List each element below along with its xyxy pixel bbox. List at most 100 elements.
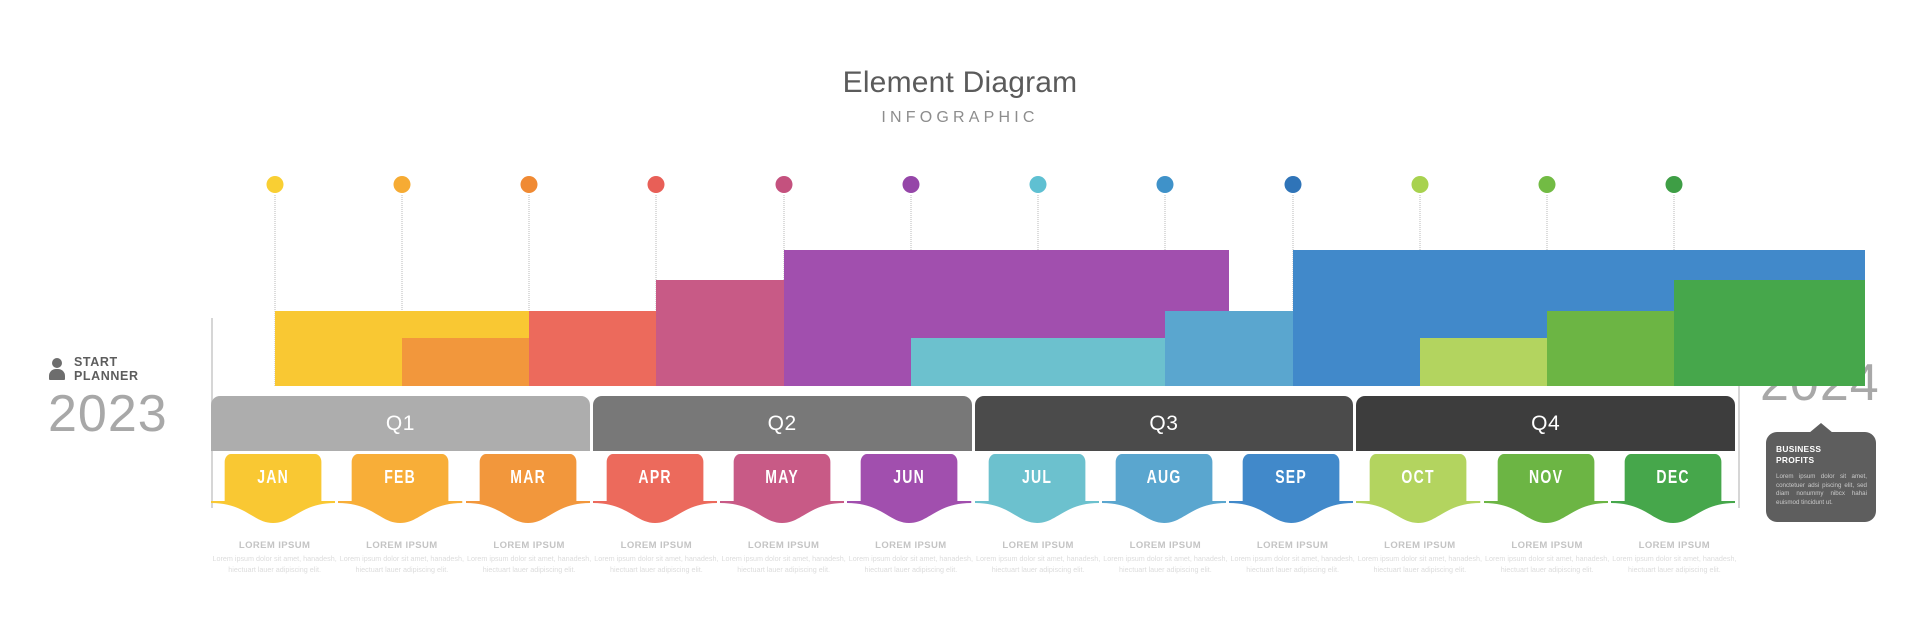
month-label: JUN bbox=[893, 467, 926, 487]
milestone-dot-dec[interactable] bbox=[1665, 176, 1683, 193]
milestone-dot-jul[interactable] bbox=[1029, 176, 1047, 193]
month-tab bbox=[1610, 501, 1735, 523]
caption-body: Lorem ipsum dolor sit amet, hanadesh, hi… bbox=[721, 554, 846, 574]
milestone-dot-nov[interactable] bbox=[1538, 176, 1556, 193]
milestone-dot-sep[interactable] bbox=[1284, 176, 1302, 193]
month-mar[interactable]: MAR bbox=[479, 454, 577, 501]
month-oct[interactable]: OCT bbox=[1369, 454, 1467, 501]
quarter-q4[interactable]: Q4 bbox=[1356, 396, 1735, 451]
milestone-dot-jun[interactable] bbox=[902, 176, 920, 193]
caption-title: LOREM IPSUM bbox=[1384, 540, 1456, 551]
quarter-label: Q3 bbox=[1149, 411, 1179, 435]
year-start: 2023 bbox=[48, 385, 168, 443]
month-label: JUL bbox=[1021, 467, 1052, 487]
month-tab bbox=[847, 501, 972, 523]
caption-block: LOREM IPSUM Lorem ipsum dolor sit amet, h… bbox=[1102, 540, 1229, 575]
month-jan[interactable]: JAN bbox=[224, 454, 322, 501]
caption-body: Lorem ipsum dolor sit amet, hanadesh, hi… bbox=[594, 554, 719, 574]
milestone-dot-aug[interactable] bbox=[1156, 176, 1174, 193]
caption-body: Lorem ipsum dolor sit amet, hanadesh, hi… bbox=[467, 554, 592, 574]
milestone-dot-may[interactable] bbox=[775, 176, 793, 193]
month-aug[interactable]: AUG bbox=[1115, 454, 1213, 501]
caption-block: LOREM IPSUM Lorem ipsum dolor sit amet, h… bbox=[847, 540, 974, 575]
month-feb[interactable]: FEB bbox=[351, 454, 449, 501]
month-label: MAR bbox=[509, 467, 546, 487]
quarter-label: Q4 bbox=[1531, 411, 1561, 435]
milestone-dot-mar[interactable] bbox=[520, 176, 538, 193]
caption-body: Lorem ipsum dolor sit amet, hanadesh, hi… bbox=[1485, 554, 1610, 574]
month-nov[interactable]: NOV bbox=[1497, 454, 1595, 501]
caption-body: Lorem ipsum dolor sit amet, hanadesh, hi… bbox=[212, 554, 337, 574]
quarter-label: Q1 bbox=[385, 411, 415, 435]
start-line-2: PLANNER bbox=[74, 369, 139, 383]
milestone-dot-jan[interactable] bbox=[266, 176, 284, 193]
caption-body: Lorem ipsum dolor sit amet, hanadesh, hi… bbox=[848, 554, 973, 574]
month-tab bbox=[1229, 501, 1354, 523]
month-label: JAN bbox=[257, 467, 290, 487]
caption-title: LOREM IPSUM bbox=[1129, 540, 1202, 551]
gantt-plot-area bbox=[211, 176, 1866, 386]
caption-title: LOREM IPSUM bbox=[1638, 540, 1711, 551]
caption-block: LOREM IPSUM Lorem ipsum dolor sit amet, h… bbox=[1611, 540, 1738, 575]
month-label: NOV bbox=[1528, 467, 1563, 487]
month-tab bbox=[211, 501, 336, 523]
month-label: APR bbox=[638, 467, 672, 487]
quarter-q2[interactable]: Q2 bbox=[592, 396, 972, 451]
caption-title: LOREM IPSUM bbox=[875, 540, 947, 551]
quarter-label: Q2 bbox=[767, 411, 797, 435]
month-label: FEB bbox=[384, 467, 417, 487]
page-subtitle: INFOGRAPHIC bbox=[881, 109, 1039, 126]
caption-title: LOREM IPSUM bbox=[238, 540, 311, 551]
month-jun[interactable]: JUN bbox=[860, 454, 958, 501]
milestone-dot-feb[interactable] bbox=[393, 176, 411, 193]
gantt-bar bbox=[1674, 280, 1866, 386]
caption-block: LOREM IPSUM Lorem ipsum dolor sit amet, h… bbox=[975, 540, 1102, 575]
start-line-1: START bbox=[74, 355, 118, 369]
quarter-q1[interactable]: Q1 bbox=[211, 396, 590, 451]
month-tab bbox=[974, 501, 1099, 523]
caption-body: Lorem ipsum dolor sit amet, hanadesh, hi… bbox=[1230, 554, 1355, 574]
caption-title: LOREM IPSUM bbox=[747, 540, 820, 551]
quarter-row: Q1 Q2 Q3 Q4 bbox=[211, 396, 1738, 451]
quarter-q3[interactable]: Q3 bbox=[974, 396, 1354, 451]
start-planner-block: START PLANNER 2023 bbox=[48, 355, 198, 442]
month-tab bbox=[1356, 501, 1481, 523]
caption-body: Lorem ipsum dolor sit amet, hanadesh, hi… bbox=[1103, 554, 1228, 574]
caption-title: LOREM IPSUM bbox=[1256, 540, 1329, 551]
caption-title: LOREM IPSUM bbox=[366, 540, 438, 551]
start-planner-label: START PLANNER bbox=[74, 355, 139, 383]
month-jul[interactable]: JUL bbox=[988, 454, 1086, 501]
business-profits-badge[interactable]: BUSINESS PROFITS Lorem ipsum dolor sit a… bbox=[1766, 423, 1876, 522]
caption-block: LOREM IPSUM Lorem ipsum dolor sit amet, h… bbox=[1229, 540, 1356, 575]
month-sep[interactable]: SEP bbox=[1242, 454, 1340, 501]
month-may[interactable]: MAY bbox=[733, 454, 831, 501]
caption-block: LOREM IPSUM Lorem ipsum dolor sit amet, h… bbox=[1356, 540, 1483, 575]
caption-title: LOREM IPSUM bbox=[620, 540, 693, 551]
month-tab bbox=[1483, 501, 1608, 523]
timeline-band: Q1 Q2 Q3 Q4 JAN FEB MAR APR MAY JUN JUL AUG SEP OCT N… bbox=[211, 396, 1738, 523]
caption-block: LOREM IPSUM Lorem ipsum dolor sit amet, h… bbox=[593, 540, 720, 575]
milestone-dot-oct[interactable] bbox=[1411, 176, 1429, 193]
month-tab bbox=[465, 501, 590, 523]
badge-title-line-1: BUSINESS bbox=[1776, 444, 1822, 454]
month-tab bbox=[592, 501, 717, 523]
badge-body-text: Lorem ipsum dolor sit amet, conctetuer a… bbox=[1776, 473, 1867, 506]
badge-title-line-2: PROFITS bbox=[1776, 455, 1815, 465]
person-icon bbox=[48, 358, 65, 380]
badge-title: BUSINESS PROFITS bbox=[1776, 444, 1867, 466]
caption-body: Lorem ipsum dolor sit amet, hanadesh, hi… bbox=[976, 554, 1101, 574]
month-label: AUG bbox=[1146, 467, 1182, 487]
caption-title: LOREM IPSUM bbox=[1511, 540, 1583, 551]
caption-block: LOREM IPSUM Lorem ipsum dolor sit amet, h… bbox=[211, 540, 338, 575]
month-label: MAY bbox=[765, 467, 799, 487]
month-label: OCT bbox=[1401, 467, 1436, 487]
page-title: Element Diagram bbox=[842, 66, 1078, 99]
milestone-dot-apr[interactable] bbox=[647, 176, 665, 193]
month-tab bbox=[720, 501, 845, 523]
caption-body: Lorem ipsum dolor sit amet, hanadesh, hi… bbox=[339, 554, 464, 574]
month-apr[interactable]: APR bbox=[606, 454, 704, 501]
month-dec[interactable]: DEC bbox=[1624, 454, 1722, 501]
caption-block: LOREM IPSUM Lorem ipsum dolor sit amet, h… bbox=[720, 540, 847, 575]
caption-body: Lorem ipsum dolor sit amet, hanadesh, hi… bbox=[1612, 554, 1737, 574]
caption-block: LOREM IPSUM Lorem ipsum dolor sit amet, h… bbox=[1484, 540, 1611, 575]
